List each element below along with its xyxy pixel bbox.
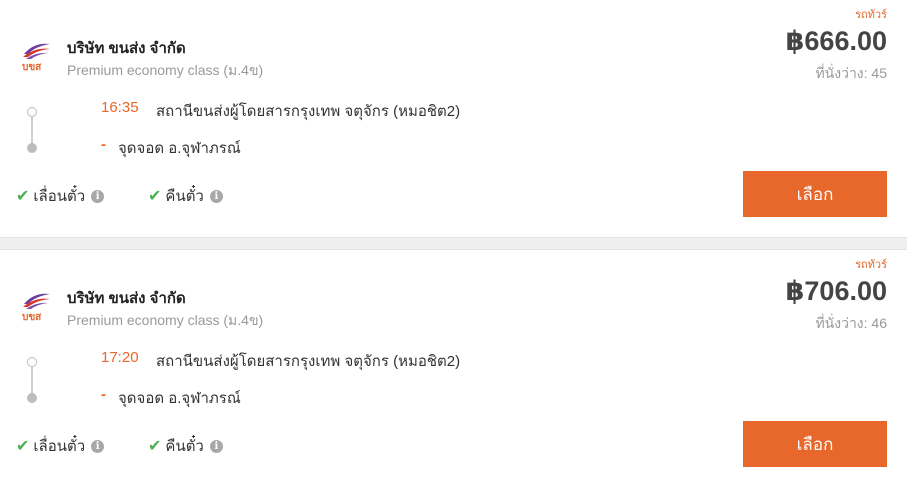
departure-station: สถานีขนส่งผู้โดยสารกรุงเทพ จตุจักร (หมอช… xyxy=(156,103,461,120)
arrival-dash: - xyxy=(101,386,106,403)
operator-logo: บขส xyxy=(20,38,52,73)
departure-dot-icon xyxy=(27,357,37,367)
refund-policy[interactable]: ✔ คืนตั๋ว i xyxy=(148,184,223,208)
info-icon[interactable]: i xyxy=(91,189,105,203)
arrival-station: จุดจอด อ.จุฬาภรณ์ xyxy=(118,390,241,407)
info-icon[interactable]: i xyxy=(91,439,105,453)
operator-logo-icon: บขส xyxy=(22,43,50,73)
check-icon: ✔ xyxy=(16,438,30,455)
refund-label: คืนตั๋ว xyxy=(165,188,204,205)
route-line xyxy=(31,112,33,146)
check-icon: ✔ xyxy=(16,188,30,205)
check-icon: ✔ xyxy=(148,188,162,205)
reschedule-label: เลื่อนตั๋ว xyxy=(33,188,86,205)
arrival-station: จุดจอด อ.จุฬาภรณ์ xyxy=(118,140,241,157)
check-icon: ✔ xyxy=(148,438,162,455)
operator-logo-icon: บขส xyxy=(22,293,50,323)
operator-logo-text: บขส xyxy=(22,312,42,322)
info-icon[interactable]: i xyxy=(209,439,223,453)
trip-card: รถทัวร์ บขส บริษัท ขนส่ง จำกัด Premium e… xyxy=(0,0,907,237)
price: ฿666.00 xyxy=(785,26,887,56)
seats-available: ที่นั่งว่าง: 45 xyxy=(815,65,887,81)
operator-name: บริษัท ขนส่ง จำกัด xyxy=(67,290,186,307)
select-button[interactable]: เลือก xyxy=(743,421,887,467)
departure-dot-icon xyxy=(27,107,37,117)
bus-class: Premium economy class (ม.4ข) xyxy=(67,312,264,328)
arrival-dot-icon xyxy=(27,393,37,403)
trip-card: รถทัวร์ บขส บริษัท ขนส่ง จำกัด Premium e… xyxy=(0,250,907,483)
operator-logo-text: บขส xyxy=(22,62,42,72)
reschedule-policy[interactable]: ✔ เลื่อนตั๋ว i xyxy=(16,184,105,208)
info-icon[interactable]: i xyxy=(209,189,223,203)
select-button[interactable]: เลือก xyxy=(743,171,887,217)
bus-class: Premium economy class (ม.4ข) xyxy=(67,62,264,78)
departure-station: สถานีขนส่งผู้โดยสารกรุงเทพ จตุจักร (หมอช… xyxy=(156,353,461,370)
price: ฿706.00 xyxy=(785,276,887,306)
arrival-dash: - xyxy=(101,136,106,153)
refund-policy[interactable]: ✔ คืนตั๋ว i xyxy=(148,434,223,458)
departure-time: 16:35 xyxy=(101,99,139,116)
refund-label: คืนตั๋ว xyxy=(165,438,204,455)
seats-available: ที่นั่งว่าง: 46 xyxy=(815,315,887,331)
reschedule-policy[interactable]: ✔ เลื่อนตั๋ว i xyxy=(16,434,105,458)
departure-time: 17:20 xyxy=(101,349,139,366)
arrival-dot-icon xyxy=(27,143,37,153)
operator-logo: บขส xyxy=(20,288,52,323)
reschedule-label: เลื่อนตั๋ว xyxy=(33,438,86,455)
bus-type-tag: รถทัวร์ xyxy=(855,9,887,21)
card-divider xyxy=(0,237,907,250)
operator-name: บริษัท ขนส่ง จำกัด xyxy=(67,40,186,57)
route-line xyxy=(31,362,33,396)
bus-type-tag: รถทัวร์ xyxy=(855,259,887,271)
